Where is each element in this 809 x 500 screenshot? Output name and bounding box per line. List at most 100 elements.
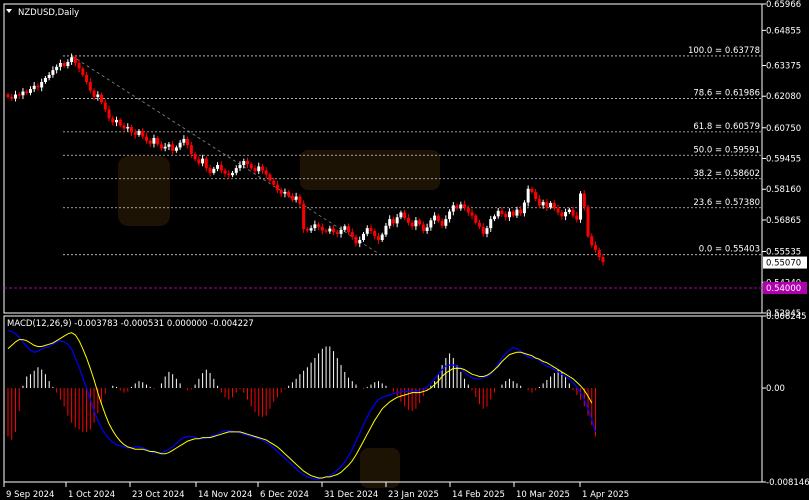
- candle-bear: [556, 208, 560, 213]
- x-tick-label: 9 Sep 2024: [6, 490, 54, 500]
- candle-bull: [182, 138, 186, 143]
- candle-bull: [549, 203, 553, 208]
- candle-bull: [58, 62, 62, 67]
- candle-bull: [358, 240, 362, 244]
- candle-bear: [560, 212, 564, 217]
- candle-bear: [335, 232, 339, 234]
- candle-bear: [511, 211, 515, 216]
- candle-bear: [474, 215, 478, 223]
- candle-bull: [28, 89, 32, 93]
- candle-bear: [470, 212, 474, 216]
- candle-bear: [249, 164, 253, 169]
- candle-bull: [242, 161, 246, 166]
- candle-bull: [489, 219, 493, 229]
- candle-bear: [376, 236, 380, 241]
- candle-bear: [264, 170, 268, 175]
- candle-bull: [115, 119, 119, 123]
- candle-bull: [238, 165, 242, 169]
- candle-bull: [51, 70, 55, 75]
- candle-bear: [324, 230, 328, 232]
- candle-bear: [302, 203, 306, 230]
- candle-bear: [545, 202, 549, 208]
- candle-bear: [354, 236, 358, 244]
- candle-bear: [601, 257, 605, 262]
- price-tick-label: 0.59455: [766, 155, 801, 165]
- x-tick-label: 23 Oct 2024: [132, 490, 185, 500]
- fib-level-label: 100.0 = 0.63778: [688, 46, 760, 56]
- candle-bear: [530, 188, 534, 192]
- macd-label: MACD(12,26,9) -0.003783 -0.000531 0.0000…: [7, 319, 254, 329]
- x-tick-label: 31 Dec 2024: [324, 490, 378, 500]
- candle-bear: [25, 91, 29, 93]
- fib-level-label: 50.0 = 0.59591: [693, 145, 760, 155]
- candle-bear: [144, 136, 148, 141]
- candle-bull: [485, 228, 489, 234]
- candle-bull: [541, 202, 545, 206]
- candle-bull: [365, 228, 369, 234]
- candle-bear: [305, 229, 309, 231]
- candle-bear: [287, 191, 291, 196]
- candle-bear: [223, 170, 227, 174]
- candle-bear: [436, 215, 440, 222]
- candle-bull: [137, 130, 141, 135]
- candle-bear: [582, 193, 586, 207]
- candle-bear: [317, 224, 321, 227]
- candle-bear: [103, 102, 107, 110]
- candle-bear: [272, 180, 276, 185]
- candle-bear: [594, 245, 598, 250]
- candle-bear: [186, 138, 190, 146]
- candle-bull: [339, 229, 343, 234]
- candle-bull: [448, 211, 452, 220]
- candle-bull: [70, 57, 74, 63]
- candle-bear: [118, 119, 122, 126]
- price-tick-label: 0.62080: [766, 92, 801, 102]
- candle-bear: [36, 85, 40, 88]
- candle-bear: [227, 173, 231, 176]
- symbol-label: NZDUSD,Daily: [18, 8, 79, 18]
- candle-bull: [152, 137, 156, 144]
- candle-bull: [515, 209, 519, 216]
- candle-bear: [440, 221, 444, 226]
- x-tick-label: 14 Feb 2025: [452, 490, 505, 500]
- price-tick-label: 0.64855: [766, 26, 801, 36]
- candle-bull: [507, 211, 511, 218]
- candle-bull: [283, 191, 287, 194]
- candle-bear: [481, 226, 485, 234]
- candle-bull: [429, 220, 433, 228]
- candle-bear: [590, 236, 594, 246]
- candle-bull: [313, 224, 317, 229]
- candle-bear: [171, 144, 175, 151]
- x-tick-label: 1 Oct 2024: [68, 490, 115, 500]
- candle-bear: [421, 224, 425, 232]
- candle-bear: [81, 68, 85, 75]
- candle-bear: [197, 159, 201, 164]
- candle-bear: [500, 210, 504, 214]
- candle-bear: [219, 165, 223, 171]
- price-tick-label: 0.65966: [766, 0, 801, 10]
- candle-bear: [77, 62, 81, 69]
- macd-tick-label: 0.006245: [766, 312, 807, 322]
- candle-bear: [597, 249, 601, 258]
- candle-bull: [526, 188, 530, 203]
- candle-bull: [55, 66, 59, 71]
- candle-bull: [384, 225, 388, 235]
- candle-bear: [141, 130, 145, 137]
- candle-bear: [129, 127, 133, 133]
- candle-bull: [47, 74, 51, 78]
- candle-bull: [231, 172, 235, 176]
- candle-bull: [178, 142, 182, 148]
- candle-bear: [193, 153, 197, 160]
- candle-bull: [414, 220, 418, 227]
- x-tick-label: 6 Dec 2024: [260, 490, 309, 500]
- candle-bull: [564, 212, 568, 217]
- candle-bull: [126, 127, 130, 129]
- candle-bull: [21, 91, 25, 96]
- candle-bear: [369, 228, 373, 232]
- candle-bear: [111, 118, 115, 123]
- candle-bear: [6, 94, 10, 97]
- candle-bear: [148, 140, 152, 144]
- candle-bull: [328, 228, 332, 232]
- price-tick-label: 0.60750: [766, 124, 801, 134]
- candle-bull: [459, 204, 463, 209]
- candle-bull: [492, 216, 496, 220]
